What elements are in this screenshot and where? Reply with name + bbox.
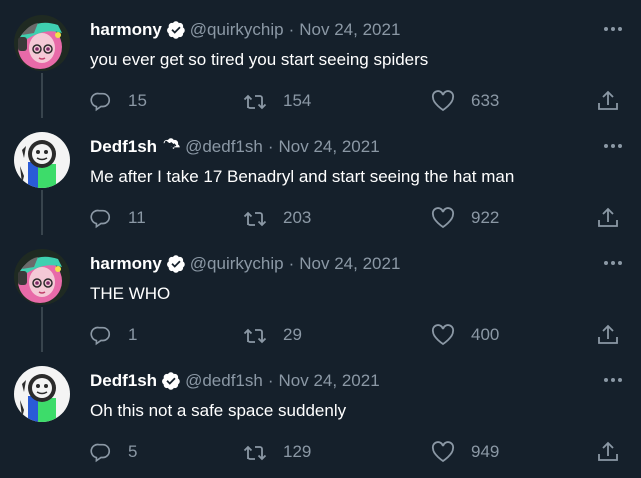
reply-button[interactable]: 15: [90, 89, 147, 113]
reply-icon: [90, 443, 111, 463]
share-icon: [598, 90, 618, 110]
heart-icon: [431, 324, 455, 346]
retweet-button[interactable]: 154: [243, 89, 311, 113]
share-button[interactable]: [597, 323, 619, 347]
more-horizontal-icon[interactable]: [600, 252, 626, 274]
reply-button[interactable]: 5: [90, 440, 137, 464]
tweet-header: Dedf1sh @dedf1sh · Nov 24, 2021: [90, 370, 380, 392]
verified-badge-icon: [161, 371, 181, 391]
share-icon: [598, 441, 618, 461]
like-button[interactable]: 922: [431, 206, 499, 230]
display-name[interactable]: Dedf1sh: [90, 371, 157, 391]
harmony-avatar-icon: [14, 249, 70, 305]
like-count: 400: [471, 325, 500, 344]
like-button[interactable]: 949: [431, 440, 499, 464]
separator: ·: [288, 20, 295, 39]
share-button[interactable]: [597, 206, 619, 230]
reply-count: 5: [128, 442, 138, 461]
tweet-text: Oh this not a safe space suddenly: [90, 401, 347, 420]
heart-icon: [431, 207, 455, 229]
reply-icon: [90, 209, 111, 229]
handle[interactable]: @dedf1sh: [185, 371, 263, 391]
retweet-count: 203: [283, 208, 312, 227]
retweet-icon: [243, 445, 267, 461]
timestamp[interactable]: Nov 24, 2021: [279, 137, 380, 157]
tweet-text: THE WHO: [90, 284, 171, 303]
retweet-count: 129: [283, 442, 312, 461]
reply-button[interactable]: 11: [90, 206, 146, 230]
tweet-text: you ever get so tired you start seeing s…: [90, 50, 429, 69]
retweet-button[interactable]: 129: [243, 440, 311, 464]
more-horizontal-icon[interactable]: [600, 135, 626, 157]
tweet-header: harmony @quirkychip · Nov 24, 2021: [90, 253, 400, 275]
reply-icon: [90, 92, 111, 112]
separator: ·: [267, 371, 274, 390]
timestamp[interactable]: Nov 24, 2021: [299, 254, 400, 274]
avatar[interactable]: [14, 366, 70, 422]
avatar[interactable]: [14, 249, 70, 305]
reply-count: 11: [128, 208, 146, 227]
avatar[interactable]: [14, 132, 70, 188]
avatar[interactable]: [14, 15, 70, 71]
dedf1sh-avatar-icon: [14, 132, 70, 188]
retweet-button[interactable]: 203: [243, 206, 311, 230]
reply-count: 15: [128, 91, 147, 110]
retweet-icon: [243, 94, 267, 110]
reply-button[interactable]: 1: [90, 323, 137, 347]
display-name[interactable]: Dedf1sh: [90, 137, 157, 157]
tweet[interactable]: Dedf1sh @dedf1sh · Nov 24, 2021 Oh this …: [0, 351, 641, 478]
verified-badge-icon: [166, 20, 186, 40]
retweet-icon: [243, 211, 267, 227]
tweet[interactable]: Dedf1sh @dedf1sh · Nov 24, 2021 Me after…: [0, 117, 641, 234]
tweet[interactable]: harmony @quirkychip · Nov 24, 2021 you e…: [0, 0, 641, 117]
like-count: 949: [471, 442, 500, 461]
like-count: 633: [471, 91, 500, 110]
heart-icon: [431, 90, 455, 112]
tweet-text: Me after I take 17 Benadryl and start se…: [90, 167, 515, 186]
verified-badge-icon: [161, 137, 181, 157]
share-icon: [598, 324, 618, 344]
share-button[interactable]: [597, 89, 619, 113]
display-name[interactable]: harmony: [90, 20, 162, 40]
tweet-header: Dedf1sh @dedf1sh · Nov 24, 2021: [90, 136, 380, 158]
handle[interactable]: @dedf1sh: [185, 137, 263, 157]
dedf1sh-avatar-icon: [14, 366, 70, 422]
handle[interactable]: @quirkychip: [190, 20, 284, 40]
retweet-count: 29: [283, 325, 302, 344]
timestamp[interactable]: Nov 24, 2021: [299, 20, 400, 40]
like-count: 922: [471, 208, 500, 227]
handle[interactable]: @quirkychip: [190, 254, 284, 274]
share-button[interactable]: [597, 440, 619, 464]
reply-count: 1: [128, 325, 138, 344]
heart-icon: [431, 441, 455, 463]
share-icon: [598, 207, 618, 227]
retweet-button[interactable]: 29: [243, 323, 302, 347]
retweet-count: 154: [283, 91, 312, 110]
harmony-avatar-icon: [14, 15, 70, 71]
more-horizontal-icon[interactable]: [600, 18, 626, 40]
more-horizontal-icon[interactable]: [600, 369, 626, 391]
separator: ·: [288, 254, 295, 273]
retweet-icon: [243, 328, 267, 344]
tweet-header: harmony @quirkychip · Nov 24, 2021: [90, 19, 400, 41]
display-name[interactable]: harmony: [90, 254, 162, 274]
separator: ·: [267, 137, 274, 156]
timestamp[interactable]: Nov 24, 2021: [279, 371, 380, 391]
tweet[interactable]: harmony @quirkychip · Nov 24, 2021 THE W…: [0, 234, 641, 351]
like-button[interactable]: 633: [431, 89, 499, 113]
verified-badge-icon: [166, 254, 186, 274]
reply-icon: [90, 326, 111, 346]
like-button[interactable]: 400: [431, 323, 499, 347]
